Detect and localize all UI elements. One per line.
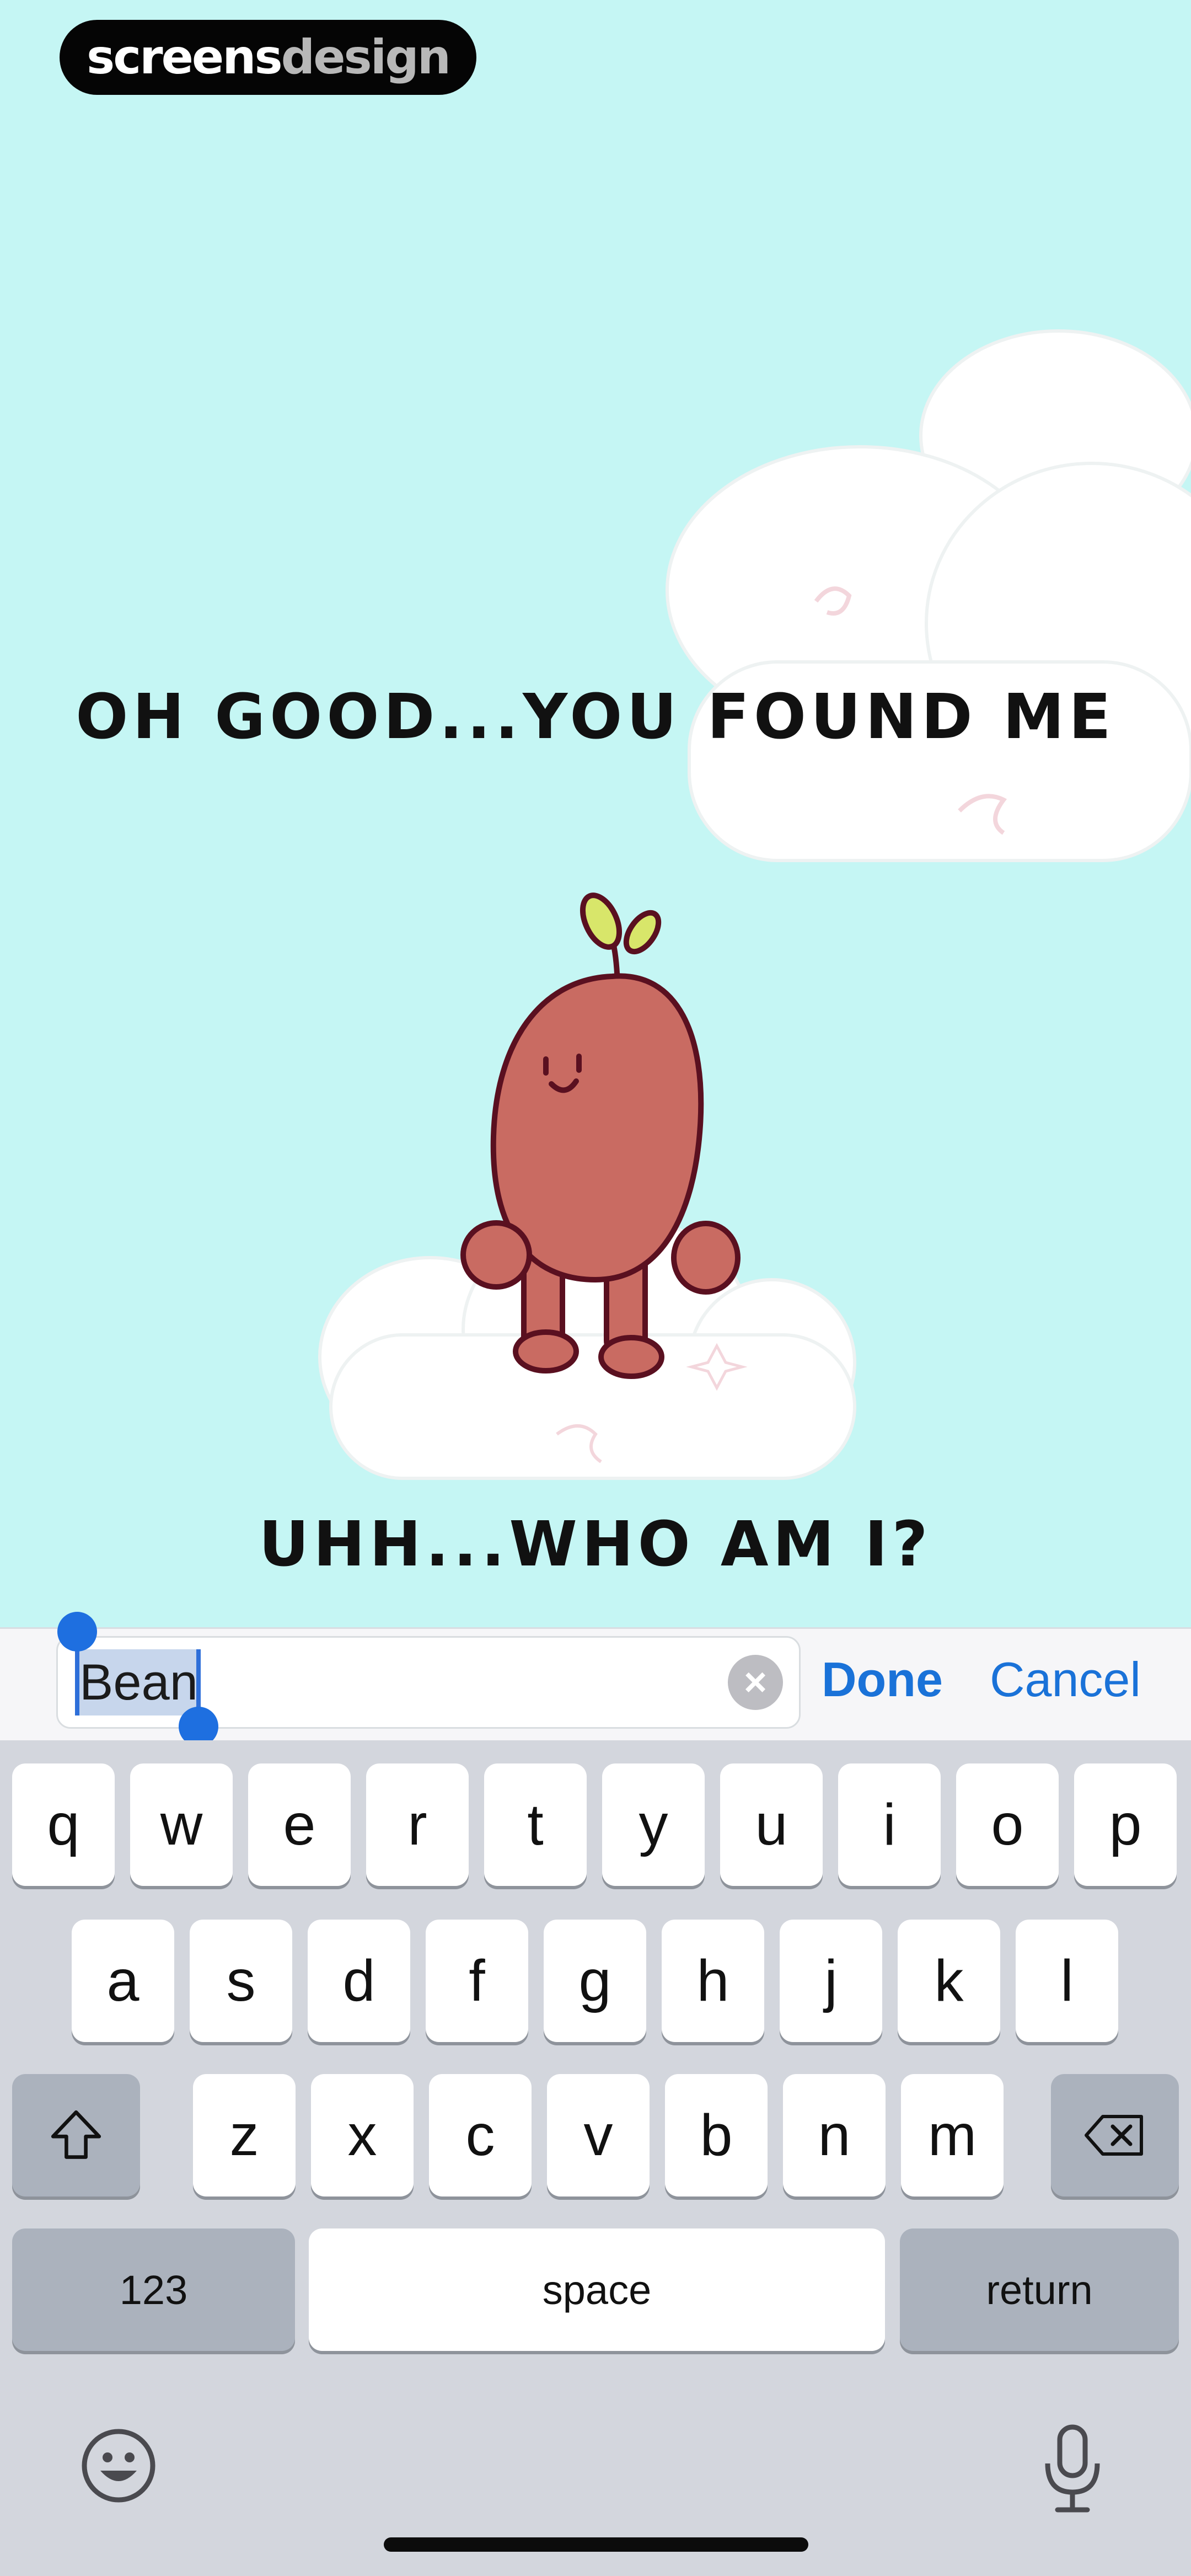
clear-icon[interactable]: × bbox=[728, 1655, 783, 1710]
key-p[interactable]: p bbox=[1074, 1763, 1177, 1886]
name-input-value[interactable]: Bean bbox=[77, 1649, 200, 1715]
cloud-top-right bbox=[666, 329, 1191, 862]
key-a[interactable]: a bbox=[72, 1920, 174, 2042]
key-t[interactable]: t bbox=[484, 1763, 587, 1886]
backspace-key[interactable] bbox=[1051, 2074, 1179, 2196]
cancel-button[interactable]: Cancel bbox=[990, 1649, 1141, 1710]
key-y[interactable]: y bbox=[602, 1763, 705, 1886]
key-r[interactable]: r bbox=[366, 1763, 469, 1886]
key-m[interactable]: m bbox=[901, 2074, 1004, 2196]
key-z[interactable]: z bbox=[193, 2074, 296, 2196]
numbers-key[interactable]: 123 bbox=[12, 2228, 295, 2351]
key-e[interactable]: e bbox=[248, 1763, 351, 1886]
key-s[interactable]: s bbox=[190, 1920, 292, 2042]
key-w[interactable]: w bbox=[130, 1763, 233, 1886]
key-h[interactable]: h bbox=[662, 1920, 764, 2042]
emoji-button[interactable] bbox=[77, 2424, 160, 2507]
selection-handle-start-bar[interactable] bbox=[75, 1649, 79, 1715]
key-c[interactable]: c bbox=[429, 2074, 532, 2196]
key-f[interactable]: f bbox=[426, 1920, 528, 2042]
keyboard: qwertyuiop asdfghjkl zxcvbnm 123 space r… bbox=[0, 1740, 1191, 2576]
key-g[interactable]: g bbox=[544, 1920, 646, 2042]
space-key[interactable]: space bbox=[309, 2228, 885, 2351]
emoji-icon bbox=[82, 2429, 155, 2503]
key-o[interactable]: o bbox=[956, 1763, 1059, 1886]
home-indicator bbox=[384, 2537, 808, 2552]
key-d[interactable]: d bbox=[308, 1920, 410, 2042]
shift-icon bbox=[51, 2110, 101, 2159]
key-k[interactable]: k bbox=[898, 1920, 1000, 2042]
selection-handle-start[interactable] bbox=[57, 1612, 97, 1652]
key-j[interactable]: j bbox=[780, 1920, 882, 2042]
selection-handle-end-bar[interactable] bbox=[196, 1649, 201, 1715]
key-b[interactable]: b bbox=[665, 2074, 768, 2196]
key-u[interactable]: u bbox=[720, 1763, 823, 1886]
key-q[interactable]: q bbox=[12, 1763, 115, 1886]
key-l[interactable]: l bbox=[1016, 1920, 1118, 2042]
microphone-icon bbox=[1045, 2424, 1100, 2513]
done-button[interactable]: Done bbox=[822, 1649, 943, 1710]
headline-found-me: OH GOOD...YOU FOUND ME bbox=[76, 681, 1115, 753]
key-x[interactable]: x bbox=[311, 2074, 414, 2196]
microphone-button[interactable] bbox=[1037, 2422, 1108, 2515]
shift-key[interactable] bbox=[12, 2074, 140, 2196]
background-illustration bbox=[318, 329, 1191, 1480]
backspace-icon bbox=[1085, 2115, 1143, 2156]
return-key[interactable]: return bbox=[900, 2228, 1179, 2351]
key-v[interactable]: v bbox=[547, 2074, 650, 2196]
key-i[interactable]: i bbox=[838, 1763, 941, 1886]
headline-who-am-i: UHH...WHO AM I? bbox=[259, 1509, 932, 1580]
key-n[interactable]: n bbox=[783, 2074, 886, 2196]
